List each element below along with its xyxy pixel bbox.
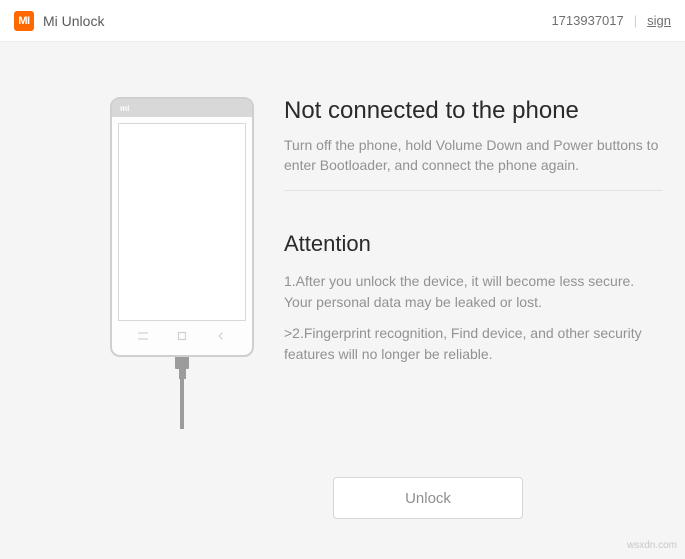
user-id: 1713937017 xyxy=(551,13,623,28)
app-title: Mi Unlock xyxy=(43,13,104,29)
info-panel: Not connected to the phone Turn off the … xyxy=(284,97,667,539)
phone-brand-label: mi xyxy=(120,104,129,113)
mi-logo-icon: MI xyxy=(14,11,34,31)
app-logo: MI Mi Unlock xyxy=(14,11,104,31)
status-description: Turn off the phone, hold Volume Down and… xyxy=(284,135,663,191)
phone-illustration: mi xyxy=(55,97,254,539)
status-title: Not connected to the phone xyxy=(284,97,663,125)
phone-nav-buttons xyxy=(118,331,246,341)
header-bar: MI Mi Unlock 1713937017 | sign xyxy=(0,0,685,42)
phone-home-icon xyxy=(175,331,189,341)
watermark: wsxdn.com xyxy=(627,540,677,551)
phone-menu-icon xyxy=(136,331,150,341)
main-content: mi Not connected to the phone Turn xyxy=(0,42,685,559)
header-right: 1713937017 | sign xyxy=(551,13,671,28)
phone-screen xyxy=(118,123,246,321)
phone-top-bar: mi xyxy=(112,99,252,117)
attention-item-1: 1.After you unlock the device, it will b… xyxy=(284,271,663,313)
phone-back-icon xyxy=(214,331,228,341)
sign-link[interactable]: sign xyxy=(647,13,671,28)
unlock-button[interactable]: Unlock xyxy=(333,477,523,519)
phone-outline: mi xyxy=(110,97,254,357)
attention-item-2: >2.Fingerprint recognition, Find device,… xyxy=(284,323,663,365)
header-divider: | xyxy=(634,13,637,28)
attention-title: Attention xyxy=(284,231,663,257)
usb-cable-icon xyxy=(175,355,189,429)
